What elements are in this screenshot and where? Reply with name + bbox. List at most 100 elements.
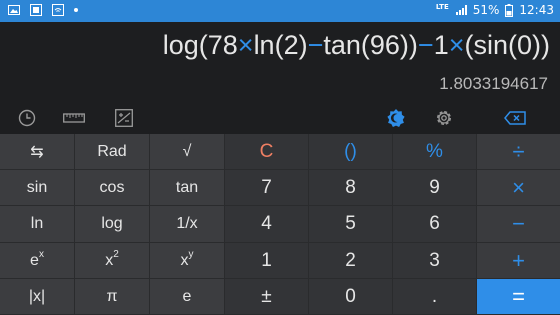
key-label: % <box>426 140 443 162</box>
key-label: tan <box>175 178 199 196</box>
network-type: LTE <box>435 3 449 11</box>
decimal-button[interactable]: . <box>393 279 477 315</box>
clear-button[interactable]: C <box>225 134 309 170</box>
key-label: − <box>512 211 525 236</box>
reciprocal-button[interactable]: 1/x <box>150 206 225 243</box>
settings-icon[interactable] <box>432 107 456 129</box>
key-label: |x| <box>28 287 46 305</box>
key-label: 6 <box>429 213 440 234</box>
key-superscript: 2 <box>113 249 119 260</box>
key-label: ln <box>30 215 44 232</box>
key-label: e <box>30 251 39 269</box>
key-label: x <box>105 251 114 269</box>
add-button[interactable]: + <box>477 243 560 279</box>
status-bar: LTE 51% 12:43 <box>0 0 560 22</box>
sin-button[interactable]: sin <box>0 170 75 206</box>
cos-button[interactable]: cos <box>75 170 150 206</box>
key-label: = <box>512 283 525 309</box>
expression-operator: × <box>448 30 465 60</box>
key-label: 1 <box>261 249 272 271</box>
key-label: 3 <box>429 249 440 271</box>
key-label: ⇆ <box>30 143 44 161</box>
digit-0-button[interactable]: 0 <box>309 279 393 315</box>
result-preview: 1.8033194617 <box>439 74 548 93</box>
plus-minus-icon[interactable] <box>112 107 136 129</box>
keypad: ⇆ Rad √ C()% ÷ sin cos tan 7 8 9 × ln log 1/x 4 5 6− e x x 2 x… <box>0 134 560 315</box>
expression-operator: − <box>417 30 434 60</box>
key-label: () <box>344 140 357 162</box>
digit-1-button[interactable]: 1 <box>225 243 309 279</box>
history-icon[interactable] <box>15 107 39 129</box>
key-label: + <box>512 247 525 273</box>
digit-6-button[interactable]: 6 <box>393 206 477 243</box>
key-superscript: y <box>188 249 194 260</box>
digit-7-button[interactable]: 7 <box>225 170 309 206</box>
calculator-display: log(78×ln(2)−tan(96))−1×(sin(0)) 1.80331… <box>0 22 560 102</box>
key-label: 4 <box>261 213 272 234</box>
digit-4-button[interactable]: 4 <box>225 206 309 243</box>
key-label: . <box>431 285 438 307</box>
key-label: × <box>512 174 525 200</box>
key-label: 5 <box>345 213 356 234</box>
exp-button[interactable]: ex <box>0 243 75 279</box>
expression-operator: − <box>307 30 324 60</box>
key-label: 1/x <box>176 215 198 232</box>
subtract-button[interactable]: − <box>477 206 560 243</box>
log-button[interactable]: log <box>75 206 150 243</box>
digit-5-button[interactable]: 5 <box>309 206 393 243</box>
battery-percent: 51% <box>472 3 500 17</box>
expression-token: tan(96)) <box>323 30 418 60</box>
wifi-icon <box>52 4 64 16</box>
expression-token: log(78 <box>162 30 238 60</box>
key-label: √ <box>182 142 192 160</box>
ruler-icon[interactable] <box>62 107 86 129</box>
ln-button[interactable]: ln <box>0 206 75 243</box>
expression-token: (sin(0)) <box>464 30 551 60</box>
sqrt-button[interactable]: √ <box>150 134 225 170</box>
expression-token: ln(2) <box>253 30 308 60</box>
swap-button[interactable]: ⇆ <box>0 134 75 170</box>
sign-toggle-button[interactable]: ± <box>225 279 309 315</box>
divide-button[interactable]: ÷ <box>477 134 560 170</box>
square-button[interactable]: x2 <box>75 243 150 279</box>
key-label: x <box>180 251 189 269</box>
battery-icon <box>505 3 514 17</box>
key-label: log <box>101 215 123 232</box>
key-label: 0 <box>345 285 356 307</box>
e-button[interactable]: e <box>150 279 225 315</box>
key-label: e <box>182 287 192 305</box>
key-label: π <box>106 287 118 305</box>
key-label: Rad <box>97 142 127 160</box>
digit-9-button[interactable]: 9 <box>393 170 477 206</box>
pi-button[interactable]: π <box>75 279 150 315</box>
expression-operator: × <box>237 30 254 60</box>
key-label: 9 <box>429 176 440 198</box>
theme-icon[interactable] <box>384 107 408 129</box>
expression-token: 1 <box>433 30 449 60</box>
key-label: 2 <box>345 249 356 271</box>
signal-icon <box>455 5 467 15</box>
key-superscript: x <box>38 249 44 260</box>
digit-3-button[interactable]: 3 <box>393 243 477 279</box>
digit-8-button[interactable]: 8 <box>309 170 393 206</box>
key-label: C <box>259 140 274 162</box>
equals-button[interactable]: = <box>477 279 560 315</box>
key-label: ± <box>261 285 272 307</box>
tan-button[interactable]: tan <box>150 170 225 206</box>
backspace-icon[interactable] <box>503 107 527 129</box>
key-label: ÷ <box>512 138 525 164</box>
abs-button[interactable]: |x| <box>0 279 75 315</box>
digit-2-button[interactable]: 2 <box>309 243 393 279</box>
expression-field[interactable]: log(78×ln(2)−tan(96))−1×(sin(0)) <box>163 30 550 61</box>
power-button[interactable]: xy <box>150 243 225 279</box>
gallery-icon <box>30 4 42 16</box>
key-label: 7 <box>261 176 272 198</box>
key-label: 8 <box>345 176 356 198</box>
notification-dot-icon <box>74 8 78 12</box>
rad-button[interactable]: Rad <box>75 134 150 170</box>
key-label: sin <box>26 178 48 196</box>
image-icon <box>8 5 20 15</box>
multiply-button[interactable]: × <box>477 170 560 206</box>
percent-button[interactable]: % <box>393 134 477 170</box>
parentheses-button[interactable]: () <box>309 134 393 170</box>
